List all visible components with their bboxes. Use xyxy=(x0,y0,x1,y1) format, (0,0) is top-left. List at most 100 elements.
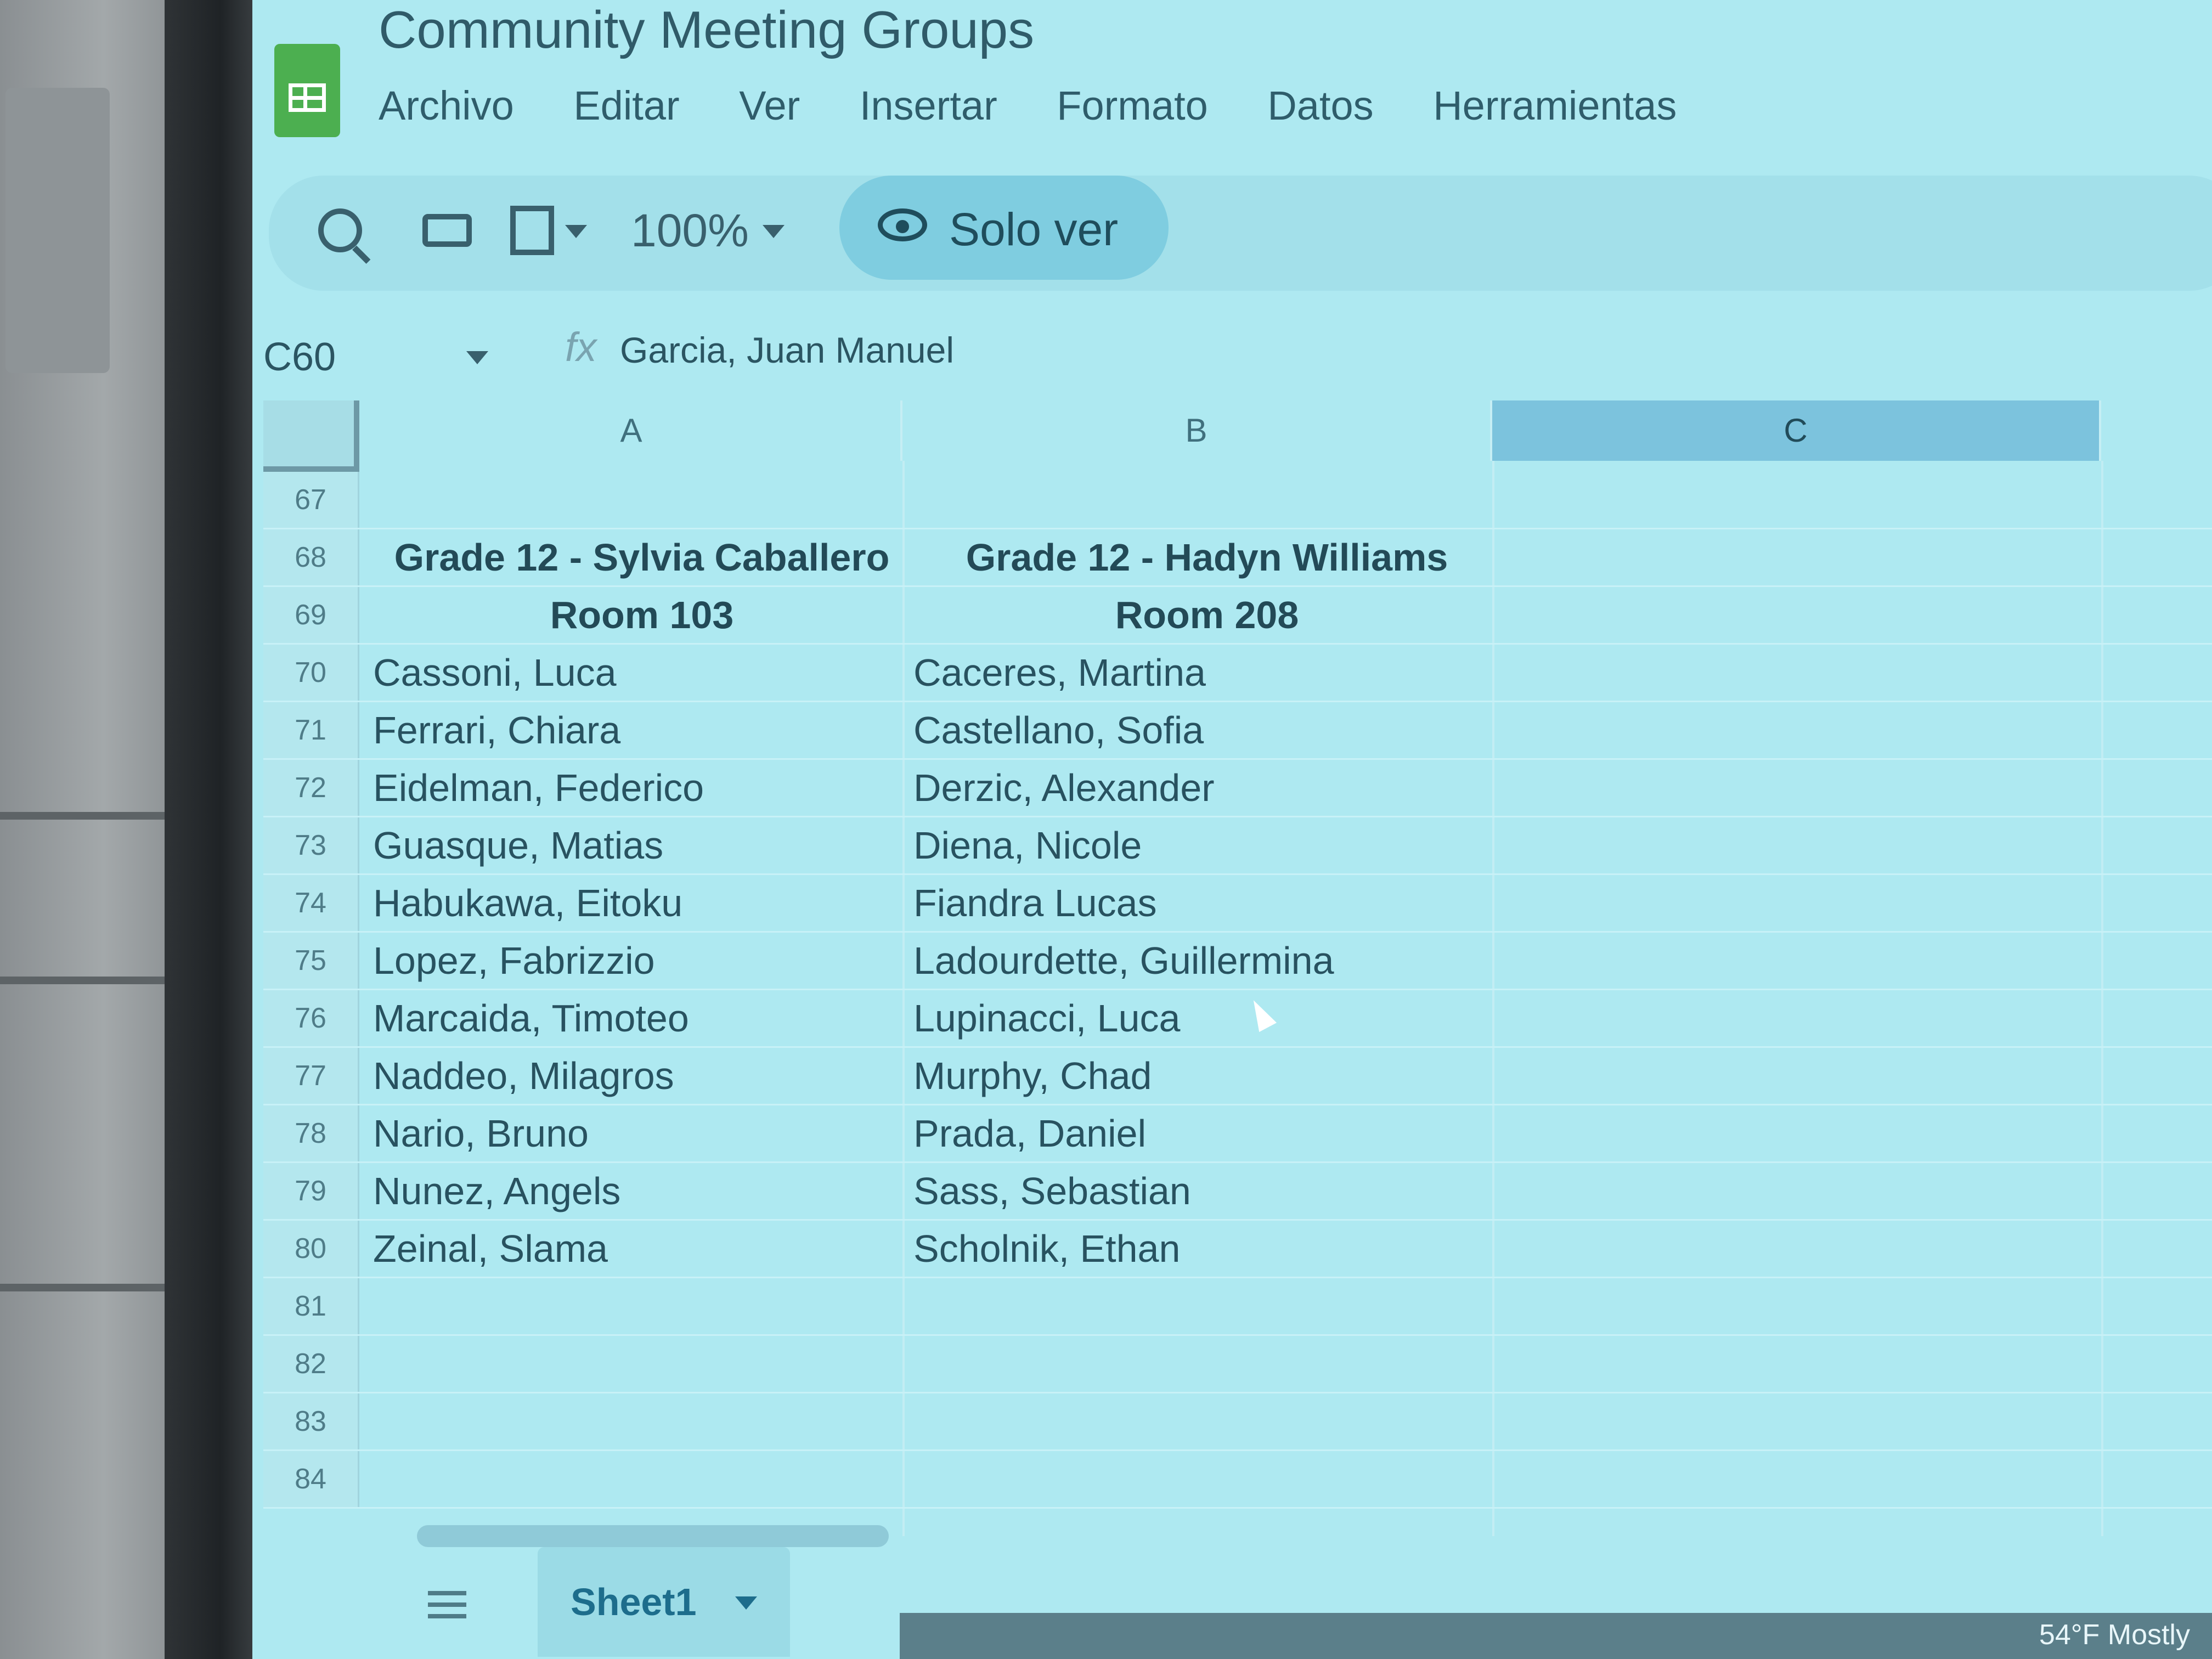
row-header[interactable]: 67 xyxy=(263,472,359,528)
format-paint-icon[interactable] xyxy=(510,206,554,255)
row-header[interactable]: 74 xyxy=(263,875,359,931)
weather-widget[interactable]: 54°F Mostly xyxy=(2039,1618,2190,1651)
row-header[interactable]: 79 xyxy=(263,1163,359,1219)
cell-a[interactable]: Nunez, Angels xyxy=(373,1163,911,1219)
monitor-bezel xyxy=(165,0,258,1659)
zoom-select[interactable]: 100% xyxy=(631,204,749,257)
row-list: 67 68 Grade 12 - Sylvia Caballero Grade 12… xyxy=(263,472,2212,1509)
column-header-a[interactable]: A xyxy=(362,400,902,461)
view-only-label: Solo ver xyxy=(949,204,1119,255)
search-icon[interactable] xyxy=(318,208,362,252)
cell-b[interactable] xyxy=(913,1336,1500,1392)
cell-a[interactable] xyxy=(373,472,911,528)
cell-b[interactable] xyxy=(913,1451,1500,1507)
select-all-corner[interactable] xyxy=(263,400,359,472)
cell-b[interactable]: Murphy, Chad xyxy=(913,1048,1500,1104)
table-row: 78 Nario, Bruno Prada, Daniel xyxy=(263,1105,2212,1163)
cell-a[interactable] xyxy=(373,1393,911,1449)
print-icon[interactable] xyxy=(422,214,472,247)
horizontal-scrollbar[interactable] xyxy=(417,1525,889,1547)
row-header[interactable]: 77 xyxy=(263,1048,359,1104)
table-row: 70 Cassoni, Luca Caceres, Martina xyxy=(263,645,2212,702)
row-header[interactable]: 72 xyxy=(263,760,359,816)
row-header[interactable]: 76 xyxy=(263,990,359,1046)
menu-formato[interactable]: Formato xyxy=(1057,83,1208,128)
menu-datos[interactable]: Datos xyxy=(1267,83,1373,128)
cell-b-heading[interactable]: Grade 12 - Hadyn Williams xyxy=(913,529,1500,585)
cell-a[interactable]: Eidelman, Federico xyxy=(373,760,911,816)
row-header[interactable]: 68 xyxy=(263,529,359,585)
column-header-b[interactable]: B xyxy=(902,400,1492,461)
column-header-c[interactable]: C xyxy=(1492,400,2101,461)
cell-a-heading[interactable]: Grade 12 - Sylvia Caballero xyxy=(373,529,911,585)
cell-b[interactable] xyxy=(913,1393,1500,1449)
cell-a[interactable]: Marcaida, Timoteo xyxy=(373,990,911,1046)
chevron-down-icon[interactable] xyxy=(565,225,587,238)
toolbar: 100% Solo ver xyxy=(269,176,2212,291)
row-header[interactable]: 84 xyxy=(263,1451,359,1507)
row-header[interactable]: 70 xyxy=(263,645,359,701)
screen: Community Meeting Groups Archivo Editar … xyxy=(252,0,2212,1659)
table-row: 68 Grade 12 - Sylvia Caballero Grade 12 - … xyxy=(263,529,2212,587)
cell-b[interactable]: Caceres, Martina xyxy=(913,645,1500,701)
menu-archivo[interactable]: Archivo xyxy=(379,83,514,128)
cell-a[interactable]: Lopez, Fabrizzio xyxy=(373,933,911,989)
cell-b[interactable]: Diena, Nicole xyxy=(913,817,1500,873)
cell-b[interactable]: Fiandra Lucas xyxy=(913,875,1500,931)
zoom-chevron-down-icon[interactable] xyxy=(763,225,785,238)
row-header[interactable]: 80 xyxy=(263,1221,359,1277)
sheet-tab-chevron-icon[interactable] xyxy=(735,1596,757,1610)
table-row: 81 xyxy=(263,1278,2212,1336)
grid: A B C 67 68 Grade 12 - Sylvia Caballero Gr… xyxy=(252,362,2212,1547)
cell-b[interactable]: Prada, Daniel xyxy=(913,1105,1500,1161)
wall-grout-line xyxy=(0,977,181,984)
cell-b[interactable] xyxy=(913,472,1500,528)
cell-a[interactable]: Nario, Bruno xyxy=(373,1105,911,1161)
row-header[interactable]: 78 xyxy=(263,1105,359,1161)
cell-a[interactable]: Naddeo, Milagros xyxy=(373,1048,911,1104)
cell-b[interactable]: Lupinacci, Luca xyxy=(913,990,1500,1046)
cell-b-room[interactable]: Room 208 xyxy=(913,587,1500,643)
menu-insertar[interactable]: Insertar xyxy=(860,83,997,128)
menu-editar[interactable]: Editar xyxy=(573,83,679,128)
cell-b[interactable]: Derzic, Alexander xyxy=(913,760,1500,816)
row-header[interactable]: 73 xyxy=(263,817,359,873)
row-header[interactable]: 75 xyxy=(263,933,359,989)
row-header[interactable]: 69 xyxy=(263,587,359,643)
view-only-button[interactable]: Solo ver xyxy=(839,176,1169,280)
row-header[interactable]: 82 xyxy=(263,1336,359,1392)
cell-b[interactable]: Sass, Sebastian xyxy=(913,1163,1500,1219)
row-header[interactable]: 81 xyxy=(263,1278,359,1334)
cell-b[interactable]: Scholnik, Ethan xyxy=(913,1221,1500,1277)
sheet-tab[interactable]: Sheet1 xyxy=(538,1547,790,1657)
table-row: 73 Guasque, Matias Diena, Nicole xyxy=(263,817,2212,875)
table-row: 82 xyxy=(263,1336,2212,1393)
cell-a[interactable]: Habukawa, Eitoku xyxy=(373,875,911,931)
table-row: 74 Habukawa, Eitoku Fiandra Lucas xyxy=(263,875,2212,933)
cell-a[interactable] xyxy=(373,1451,911,1507)
cell-a[interactable]: Cassoni, Luca xyxy=(373,645,911,701)
cell-a[interactable] xyxy=(373,1278,911,1334)
cell-b[interactable]: Castellano, Sofia xyxy=(913,702,1500,758)
all-sheets-menu-icon[interactable] xyxy=(428,1591,466,1618)
wall-fixture xyxy=(5,88,110,373)
cell-a[interactable]: Zeinal, Slama xyxy=(373,1221,911,1277)
table-row: 83 xyxy=(263,1393,2212,1451)
cell-b[interactable]: Ladourdette, Guillermina xyxy=(913,933,1500,989)
cell-a[interactable]: Ferrari, Chiara xyxy=(373,702,911,758)
cell-b[interactable] xyxy=(913,1278,1500,1334)
table-row: 79 Nunez, Angels Sass, Sebastian xyxy=(263,1163,2212,1221)
menu-ver[interactable]: Ver xyxy=(739,83,800,128)
menu-herramientas[interactable]: Herramientas xyxy=(1433,83,1677,128)
table-row: 84 xyxy=(263,1451,2212,1509)
sheets-logo-icon[interactable] xyxy=(274,44,340,137)
cell-a[interactable] xyxy=(373,1336,911,1392)
table-row: 76 Marcaida, Timoteo Lupinacci, Luca xyxy=(263,990,2212,1048)
cell-a-room[interactable]: Room 103 xyxy=(373,587,911,643)
table-row: 69 Room 103 Room 208 xyxy=(263,587,2212,645)
document-title[interactable]: Community Meeting Groups xyxy=(379,0,1034,60)
table-row: 71 Ferrari, Chiara Castellano, Sofia xyxy=(263,702,2212,760)
cell-a[interactable]: Guasque, Matias xyxy=(373,817,911,873)
row-header[interactable]: 71 xyxy=(263,702,359,758)
row-header[interactable]: 83 xyxy=(263,1393,359,1449)
